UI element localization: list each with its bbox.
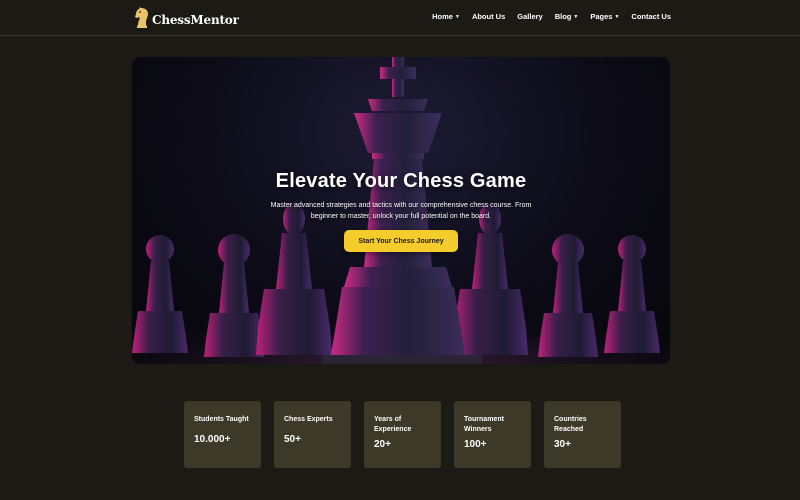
nav-pages[interactable]: Pages ▼ bbox=[590, 12, 619, 21]
chevron-down-icon: ▼ bbox=[454, 13, 460, 20]
stat-label: Tournament Winners bbox=[464, 416, 504, 433]
stat-label: Countries Reached bbox=[554, 416, 587, 433]
stat-label: Chess Experts bbox=[284, 416, 333, 423]
hero-subtitle: Master advanced strategies and tactics w… bbox=[270, 202, 532, 220]
nav-about-us[interactable]: About Us bbox=[472, 12, 505, 21]
stat-value: 100+ bbox=[464, 439, 487, 450]
knight-icon bbox=[134, 7, 150, 29]
stat-card-experience: Years of Experience 20+ bbox=[364, 401, 441, 468]
stat-card-students: Students Taught 10.000+ bbox=[184, 401, 261, 468]
chevron-down-icon: ▼ bbox=[614, 13, 620, 20]
stat-label: Students Taught bbox=[194, 416, 249, 423]
nav-blog[interactable]: Blog ▼ bbox=[555, 12, 579, 21]
stat-card-countries: Countries Reached 30+ bbox=[544, 401, 621, 468]
stat-value: 30+ bbox=[554, 439, 571, 450]
stat-label: Years of Experience bbox=[374, 416, 412, 433]
brand-logo[interactable]: ChessMentor bbox=[134, 7, 239, 29]
nav-label: Blog bbox=[554, 12, 572, 21]
nav-label: About Us bbox=[471, 12, 506, 21]
chevron-down-icon: ▼ bbox=[573, 13, 579, 20]
start-journey-button[interactable]: Start Your Chess Journey bbox=[344, 230, 458, 252]
hero-title: Elevate Your Chess Game bbox=[275, 170, 527, 192]
stat-value: 10.000+ bbox=[194, 434, 231, 445]
stat-value: 20+ bbox=[374, 439, 391, 450]
brand-name: ChessMentor bbox=[152, 13, 239, 27]
hero-banner: Elevate Your Chess Game Master advanced … bbox=[132, 57, 670, 364]
nav-gallery[interactable]: Gallery bbox=[517, 12, 542, 21]
nav-label: Home bbox=[432, 12, 453, 21]
site-header: ChessMentor Home ▼ About Us Gallery Blog… bbox=[0, 0, 800, 36]
stats-section: Students Taught 10.000+ Chess Experts 50… bbox=[184, 401, 621, 468]
nav-label: Pages bbox=[590, 12, 613, 21]
nav-label: Gallery bbox=[517, 12, 543, 21]
stat-card-winners: Tournament Winners 100+ bbox=[454, 401, 531, 468]
stat-card-experts: Chess Experts 50+ bbox=[274, 401, 351, 468]
nav-contact-us[interactable]: Contact Us bbox=[631, 12, 671, 21]
main-nav: Home ▼ About Us Gallery Blog ▼ Pages ▼ C… bbox=[432, 12, 671, 21]
nav-label: Contact Us bbox=[631, 12, 671, 21]
stat-value: 50+ bbox=[284, 434, 301, 445]
nav-home[interactable]: Home ▼ bbox=[432, 12, 460, 21]
